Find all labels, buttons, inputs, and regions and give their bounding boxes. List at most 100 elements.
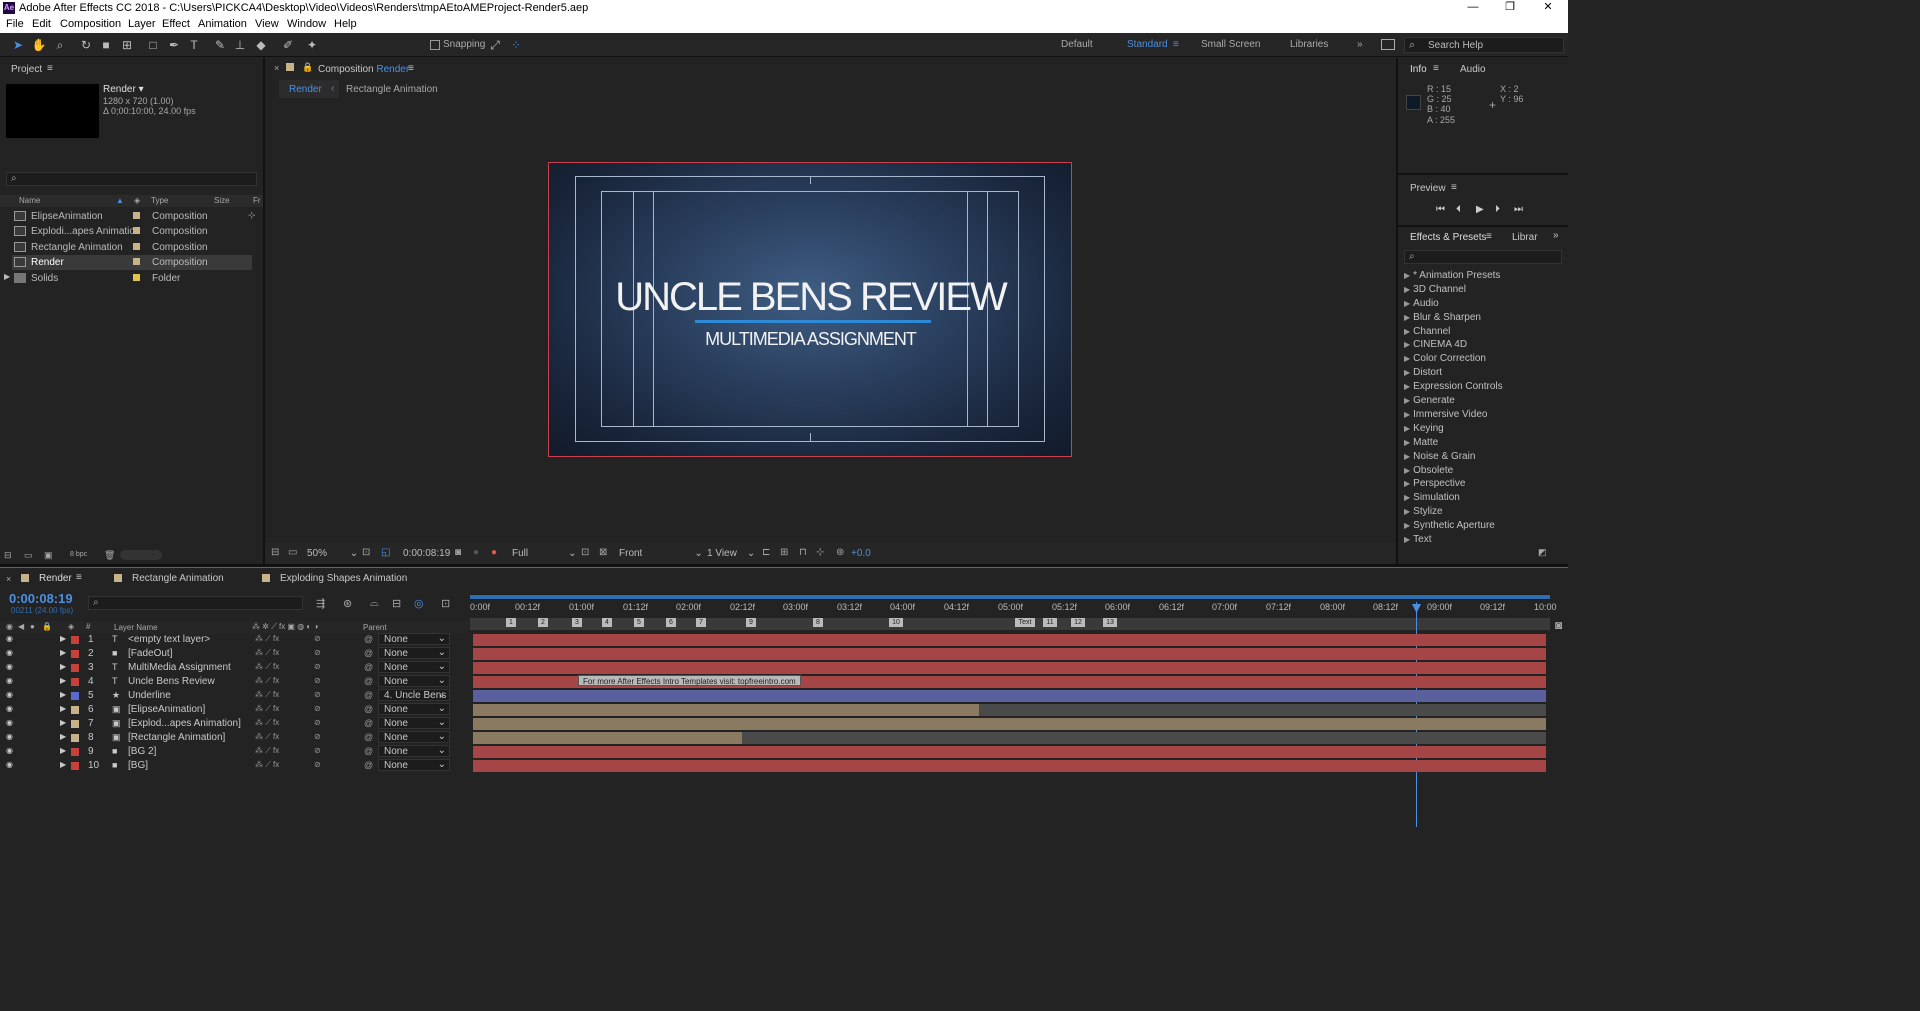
next-frame-icon[interactable]: ⏵	[1495, 204, 1500, 215]
effect-category[interactable]: ▶ Distort	[1404, 367, 1442, 378]
bpc-label[interactable]: 8 bpc	[70, 551, 87, 558]
snapping-checkbox[interactable]	[430, 40, 440, 50]
selection-tool-icon[interactable]: ➤	[10, 37, 26, 53]
graph-editor-icon[interactable]: ⊡	[441, 597, 450, 610]
transparency-grid-icon[interactable]: ⊠	[599, 547, 607, 558]
pickwhip-icon[interactable]: @	[364, 746, 373, 756]
label-swatch[interactable]	[71, 678, 79, 686]
workspace-libraries[interactable]: Libraries	[1290, 39, 1328, 50]
pickwhip-icon[interactable]: @	[364, 760, 373, 770]
roto-brush-tool-icon[interactable]: ✐	[280, 37, 296, 53]
layer-duration-bar[interactable]	[473, 634, 1546, 646]
layer-name[interactable]: [Explod...apes Animation]	[128, 718, 241, 729]
menu-effect[interactable]: Effect	[162, 18, 190, 30]
comp-marker[interactable]: 11	[1043, 618, 1057, 627]
layer-switches-icon[interactable]: ⁂ ⟋ fx	[255, 690, 279, 700]
viewer-timecode[interactable]: 0:00:08:19	[403, 548, 450, 559]
effect-category[interactable]: ▶ Audio	[1404, 298, 1439, 309]
project-item[interactable]: Rectangle Animation Composition	[12, 240, 252, 255]
layer-duration-bar[interactable]	[473, 732, 742, 744]
brush-tool-icon[interactable]: ✎	[212, 37, 228, 53]
more-workspaces-icon[interactable]: »	[1357, 39, 1363, 50]
fast-preview-icon[interactable]: ⊞	[780, 547, 788, 558]
tab-effects-presets[interactable]: Effects & Presets	[1410, 232, 1487, 243]
timeline-search-input[interactable]: ⌕	[88, 596, 303, 610]
exposure-value[interactable]: +0.0	[851, 548, 871, 559]
parent-dropdown[interactable]: None ⌄	[378, 647, 450, 659]
menu-animation[interactable]: Animation	[198, 18, 247, 30]
layer-row[interactable]: ◉ ▶ 3 T MultiMedia Assignment ⁂ ⟋ fx ⊘ @ None ⌄	[0, 661, 468, 675]
layer-name[interactable]: Underline	[128, 690, 171, 701]
new-bin-icon[interactable]: ◩	[1538, 547, 1547, 558]
comp-marker[interactable]: 2	[538, 618, 548, 627]
col-parent[interactable]: Parent	[363, 623, 387, 632]
comp-marker[interactable]: 9	[746, 618, 756, 627]
eye-icon[interactable]: ◉	[6, 760, 13, 769]
pan-behind-tool-icon[interactable]: ⊞	[119, 37, 135, 53]
comp-marker-bin-icon[interactable]: ◙	[1555, 618, 1562, 632]
interpret-footage-icon[interactable]: ⊟	[4, 550, 12, 561]
comp-marker[interactable]: 1	[506, 618, 516, 627]
motion-blur-switch-icon[interactable]: ⊘	[314, 634, 321, 643]
type-tool-icon[interactable]: T	[186, 37, 202, 53]
panel-menu-icon[interactable]: ≡	[1433, 63, 1439, 74]
effect-category[interactable]: ▶ Channel	[1404, 326, 1450, 337]
motion-blur-switch-icon[interactable]: ⊘	[314, 690, 321, 699]
layer-row[interactable]: ◉ ▶ 4 T Uncle Bens Review ⁂ ⟋ fx ⊘ @ None ⌄	[0, 675, 468, 689]
timeline-tab-rectangle-animation[interactable]: Rectangle Animation	[132, 573, 224, 584]
fit-icon[interactable]: ⊡	[362, 547, 370, 558]
layer-switches-icon[interactable]: ⁂ ⟋ fx	[255, 746, 279, 756]
eye-icon[interactable]: ◉	[6, 732, 13, 741]
comp-marker[interactable]: 7	[696, 618, 706, 627]
playhead-handle[interactable]	[1412, 604, 1421, 613]
workspace-default[interactable]: Default	[1061, 39, 1093, 50]
composition-viewer[interactable]: UNCLE BENS REVIEW MULTIMEDIA ASSIGNMENT	[548, 162, 1072, 457]
eye-icon[interactable]: ◉	[6, 676, 13, 685]
effect-category[interactable]: ▶ Matte	[1404, 437, 1438, 448]
label-swatch[interactable]	[71, 664, 79, 672]
eye-icon[interactable]: ◉	[6, 704, 13, 713]
layer-name[interactable]: [BG 2]	[128, 746, 156, 757]
pickwhip-icon[interactable]: @	[364, 704, 373, 714]
comp-marker[interactable]: 12	[1071, 618, 1085, 627]
search-help-input[interactable]: ⌕ Search Help	[1404, 37, 1564, 53]
panel-menu-icon[interactable]: ≡	[408, 63, 414, 74]
layer-switches-icon[interactable]: ⁂ ⟋ fx	[255, 662, 279, 672]
effect-category[interactable]: ▶ Obsolete	[1404, 465, 1453, 476]
expand-arrow-icon[interactable]: ▶	[60, 676, 66, 685]
snap-features-icon[interactable]: ⁘	[508, 37, 524, 53]
region-of-interest-icon[interactable]: ⊡	[581, 547, 589, 558]
col-layer-name[interactable]: Layer Name	[114, 623, 158, 632]
parent-dropdown[interactable]: None ⌄	[378, 633, 450, 645]
resolution-dropdown[interactable]: Full ⌄	[512, 548, 577, 559]
effect-category[interactable]: ▶ Keying	[1404, 423, 1444, 434]
menu-composition[interactable]: Composition	[60, 18, 121, 30]
maximize-icon[interactable]: ❐	[1490, 0, 1530, 16]
layer-switches-icon[interactable]: ⁂ ⟋ fx	[255, 760, 279, 770]
comp-marker[interactable]: 13	[1103, 618, 1117, 627]
snap-edges-icon[interactable]: ⤢	[487, 37, 503, 53]
eye-icon[interactable]: ◉	[6, 690, 13, 699]
motion-blur-switch-icon[interactable]: ⊘	[314, 704, 321, 713]
channel-icon[interactable]: ●	[491, 547, 497, 558]
layer-switches-icon[interactable]: ⁂ ⟋ fx	[255, 704, 279, 714]
label-swatch[interactable]	[71, 706, 79, 714]
minimize-icon[interactable]: —	[1453, 0, 1493, 16]
layer-duration-bar[interactable]	[473, 662, 1546, 674]
effect-category[interactable]: ▶ Color Correction	[1404, 353, 1486, 364]
eye-icon[interactable]: ◉	[6, 648, 13, 657]
flowchart-icon[interactable]: ⊹	[816, 547, 824, 558]
breadcrumb-rectangle-animation[interactable]: Rectangle Animation	[346, 84, 438, 95]
layer-duration-bar[interactable]	[473, 690, 1546, 702]
effect-category[interactable]: ▶ Blur & Sharpen	[1404, 312, 1481, 323]
panel-menu-icon[interactable]: ≡	[1486, 231, 1492, 242]
expand-arrow-icon[interactable]: ▶	[60, 746, 66, 755]
view-dropdown[interactable]: Front ⌄	[619, 548, 703, 559]
layer-duration-bar[interactable]	[473, 760, 1546, 772]
close-tab-icon[interactable]: ×	[274, 63, 279, 73]
workspace-menu-icon[interactable]: ≡	[1173, 39, 1179, 50]
lock-switch-icon[interactable]: 🔒	[42, 622, 52, 631]
pickwhip-icon[interactable]: @	[364, 648, 373, 658]
layer-switches-icon[interactable]: ⁂ ⟋ fx	[255, 676, 279, 686]
layer-row[interactable]: ◉ ▶ 5 ★ Underline ⁂ ⟋ fx ⊘ @4. Uncle Bens ⌄	[0, 689, 468, 703]
